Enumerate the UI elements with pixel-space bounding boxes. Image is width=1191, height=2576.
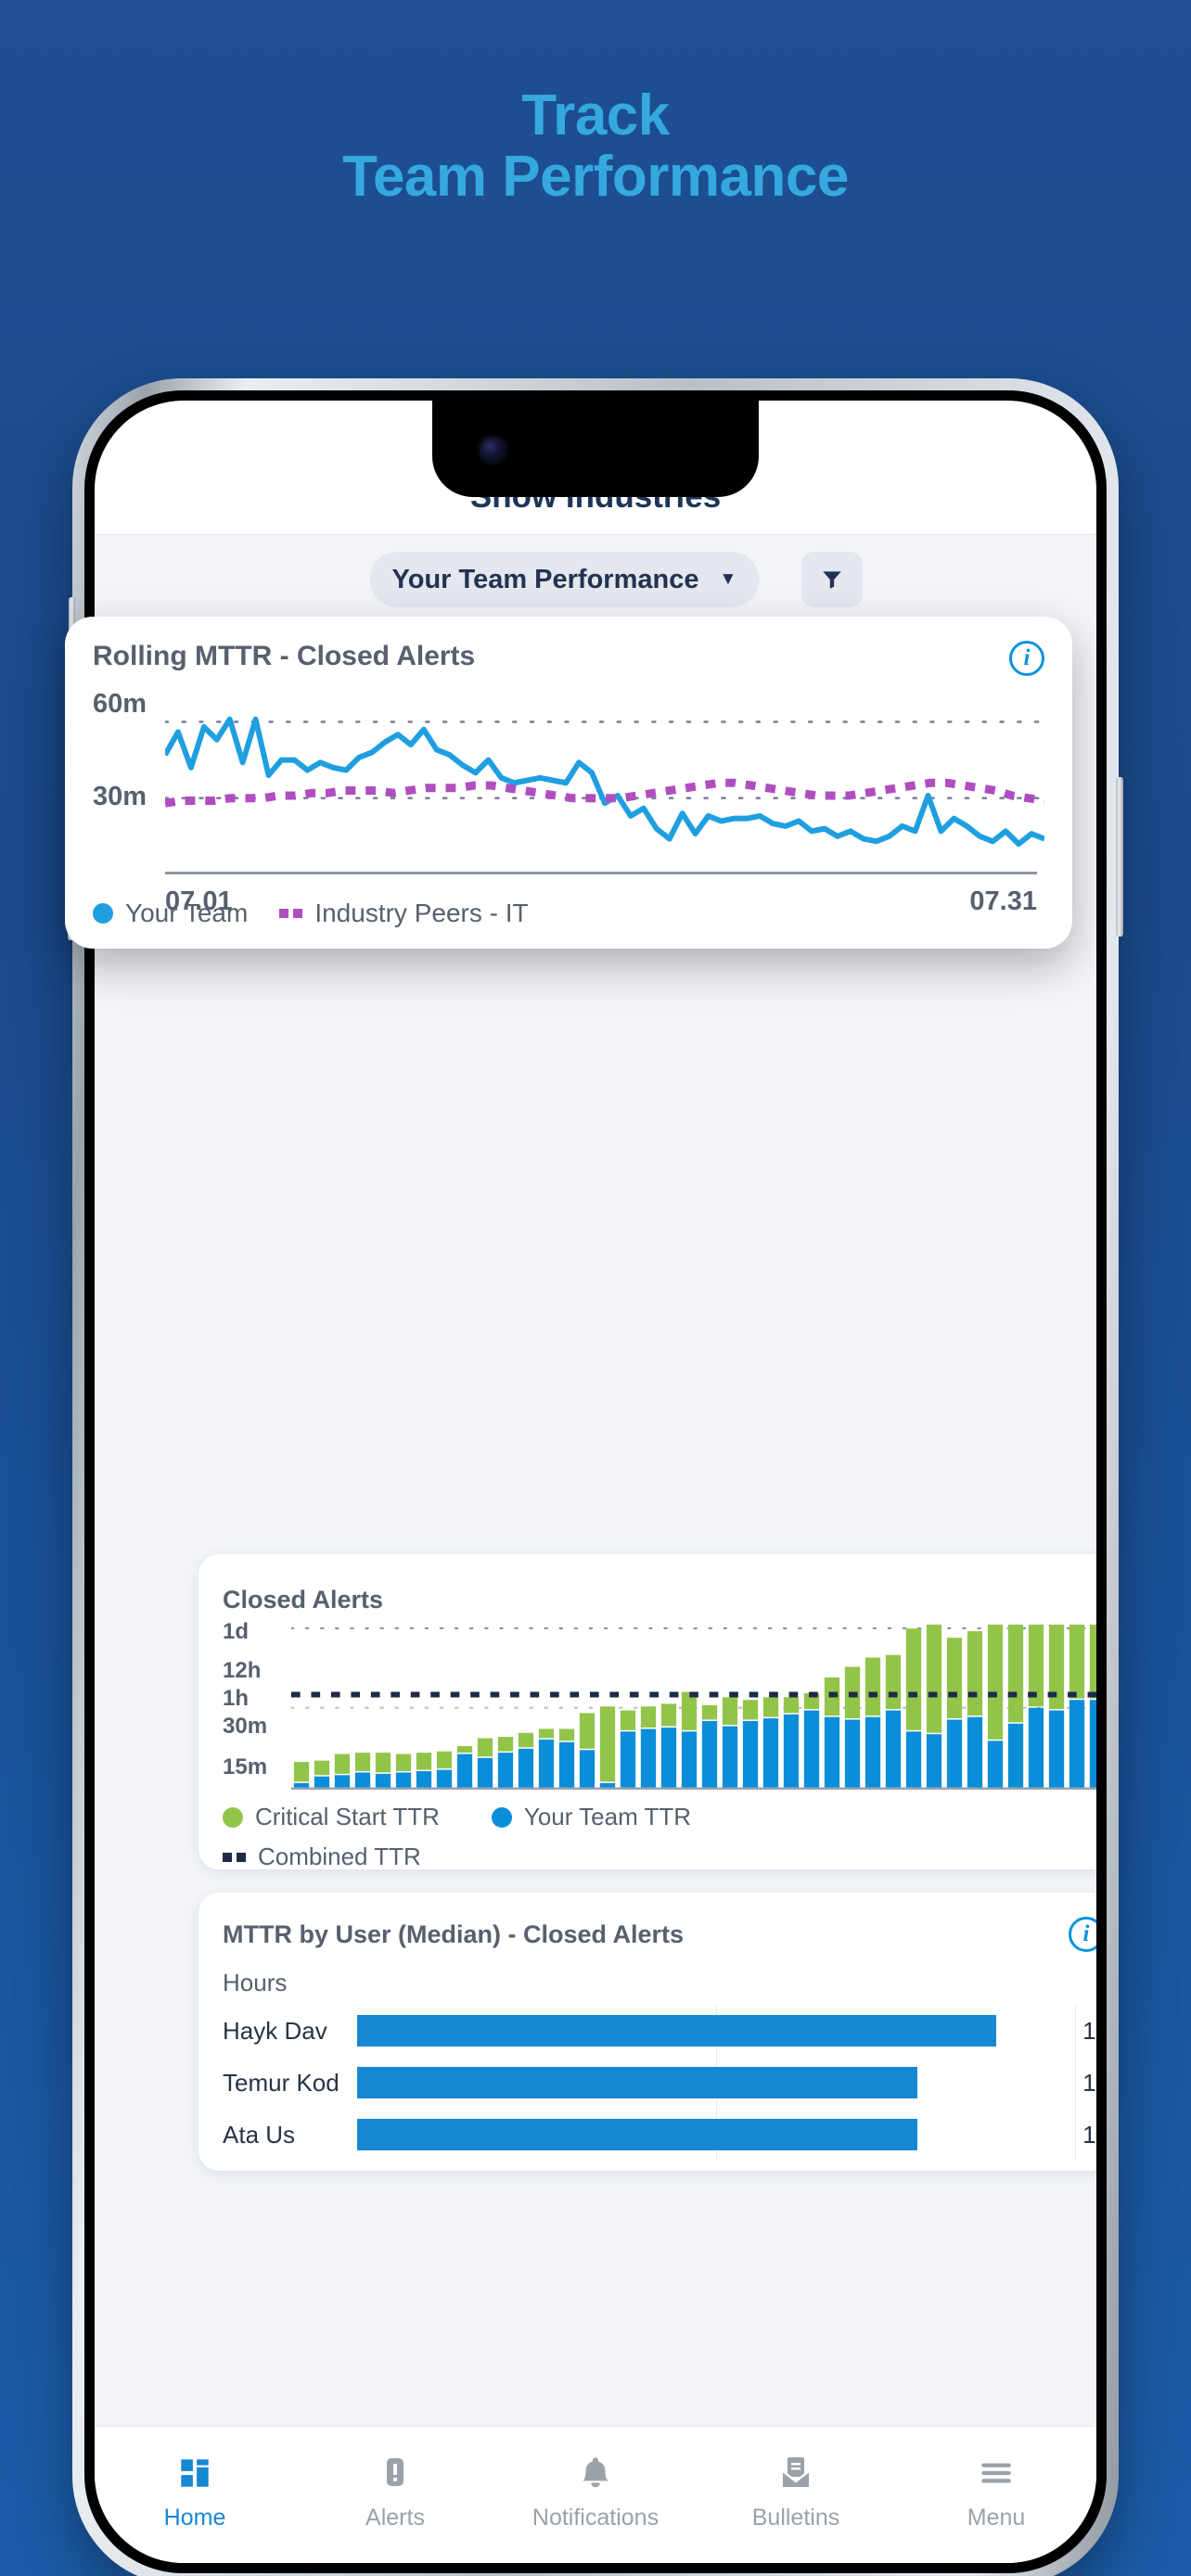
hamburger-icon xyxy=(896,2449,1096,2497)
filter-button[interactable] xyxy=(801,552,863,607)
headline-line-2: Team Performance xyxy=(342,144,849,209)
mttr-by-user-card: MTTR by User (Median) - Closed Alerts i … xyxy=(198,1893,1096,2171)
legend-label: Critical Start TTR xyxy=(255,1803,440,1830)
mttr-by-user-title: MTTR by User (Median) - Closed Alerts xyxy=(223,1920,685,1948)
legend-label: Your Team TTR xyxy=(523,1803,692,1830)
user-name: Hayk Dav xyxy=(223,2016,327,2045)
legend-critical-start-ttr: Critical Start TTR xyxy=(223,1803,440,1831)
home-logo-icon xyxy=(95,2449,295,2497)
envelope-document-icon xyxy=(696,2449,896,2497)
user-name: Ata Us xyxy=(223,2120,296,2149)
user-value: 16 xyxy=(1082,2016,1096,2045)
line-chart-svg xyxy=(165,716,1044,848)
legend-dash-dark xyxy=(223,1852,246,1862)
bar-track xyxy=(357,2004,1077,2058)
headline-line-1: Track xyxy=(521,83,670,147)
front-camera-icon xyxy=(480,438,505,462)
closed-alerts-card: Closed Alerts 1d 12h 1h 30m 15m Critical… xyxy=(198,1554,1096,1870)
x-axis-line xyxy=(165,872,1037,874)
phone-power-button[interactable] xyxy=(1116,777,1123,937)
legend-your-team-ttr: Your Team TTR xyxy=(491,1803,692,1831)
gridline xyxy=(1075,2004,1077,2058)
rolling-mttr-card: Rolling MTTR - Closed Alerts i 60m 30m 0… xyxy=(65,617,1072,949)
tab-label: Bulletins xyxy=(751,2505,840,2531)
x-tick-end: 07.31 xyxy=(969,886,1037,916)
closed-alerts-title: Closed Alerts xyxy=(223,1586,384,1613)
table-row[interactable]: Temur Kod 14 xyxy=(223,2056,1096,2110)
y-tick-60m: 60m xyxy=(93,689,147,719)
stacked-bar-svg xyxy=(291,1625,1096,1790)
table-row[interactable]: Ata Us 14 xyxy=(223,2108,1096,2162)
user-value: 14 xyxy=(1082,2120,1096,2149)
gridline xyxy=(1075,2056,1077,2110)
legend-combined-ttr: Combined TTR xyxy=(223,1843,421,1871)
value-bar xyxy=(357,2119,917,2150)
legend-dot-green xyxy=(223,1806,243,1828)
y-tick-15m: 15m xyxy=(223,1754,268,1779)
rolling-mttr-title: Rolling MTTR - Closed Alerts xyxy=(93,641,476,671)
tab-label: Alerts xyxy=(365,2505,425,2531)
legend-label: Combined TTR xyxy=(258,1843,421,1870)
table-row[interactable]: Hayk Dav 16 xyxy=(223,2004,1096,2058)
rolling-mttr-header: Rolling MTTR - Closed Alerts i xyxy=(93,641,1044,676)
y-tick-1d: 1d xyxy=(223,1619,250,1644)
y-tick-12h: 12h xyxy=(223,1658,262,1683)
info-icon[interactable]: i xyxy=(1069,1917,1096,1952)
bell-icon xyxy=(495,2449,696,2497)
phone-notch xyxy=(432,401,759,497)
units-label: Hours xyxy=(223,1969,288,1996)
tab-bulletins[interactable]: Bulletins xyxy=(696,2449,896,2531)
page-headline: Track Team Performance xyxy=(0,85,1191,207)
dropdown-label: Your Team Performance xyxy=(391,564,699,594)
legend-dot-blue xyxy=(93,903,113,924)
legend-dot-blue xyxy=(491,1806,512,1828)
closed-alerts-chart: 1d 12h 1h 30m 15m xyxy=(223,1619,1096,1790)
legend-industry-peers: Industry Peers - IT xyxy=(279,899,529,928)
user-value: 14 xyxy=(1082,2068,1096,2097)
legend-label: Your Team xyxy=(125,899,249,927)
tab-home[interactable]: Home xyxy=(95,2449,295,2531)
bar-track xyxy=(357,2056,1077,2110)
tab-label: Home xyxy=(163,2505,226,2531)
bottom-tab-bar: Home Alerts Notifications Bulletins Menu xyxy=(95,2426,1096,2563)
legend-label: Industry Peers - IT xyxy=(314,899,529,927)
tab-notifications[interactable]: Notifications xyxy=(495,2449,696,2531)
y-tick-30m: 30m xyxy=(223,1714,268,1739)
tab-menu[interactable]: Menu xyxy=(896,2449,1096,2531)
value-bar xyxy=(357,2067,917,2098)
bar-track xyxy=(357,2108,1077,2162)
value-bar xyxy=(357,2015,996,2047)
team-performance-dropdown[interactable]: Your Team Performance ▼ xyxy=(369,552,760,607)
funnel-icon xyxy=(823,571,841,589)
rolling-mttr-chart: 60m 30m 07.01 07.31 xyxy=(93,689,1044,916)
tab-label: Notifications xyxy=(531,2505,660,2531)
chevron-down-icon: ▼ xyxy=(719,569,737,589)
closed-alerts-legend: Critical Start TTR Your Team TTR Combine… xyxy=(223,1803,1096,1882)
tab-alerts[interactable]: Alerts xyxy=(295,2449,495,2531)
rolling-mttr-legend: Your Team Industry Peers - IT xyxy=(93,899,529,928)
y-tick-30m: 30m xyxy=(93,782,147,811)
exclamation-icon xyxy=(295,2449,495,2497)
legend-dash-purple xyxy=(279,909,303,918)
y-tick-1h: 1h xyxy=(223,1686,250,1711)
user-name: Temur Kod xyxy=(223,2068,339,2097)
tab-label: Menu xyxy=(967,2505,1026,2531)
legend-your-team: Your Team xyxy=(93,899,248,928)
info-icon[interactable]: i xyxy=(1009,641,1044,676)
gridline xyxy=(1075,2108,1077,2162)
